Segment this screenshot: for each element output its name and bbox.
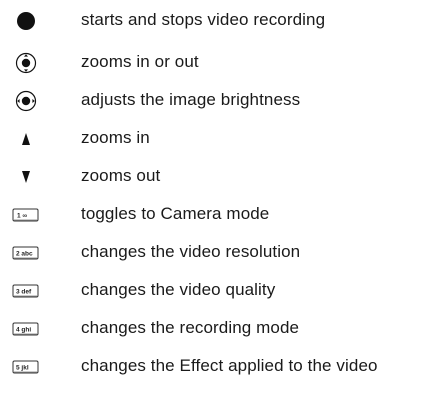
- legend-text: starts and stops video recording: [81, 10, 326, 29]
- legend-text: zooms in or out: [81, 52, 199, 71]
- legend-text: changes the Effect applied to the video: [81, 356, 378, 375]
- legend-row-zoom: zooms in or out: [0, 48, 422, 78]
- legend-text: adjusts the image brightness: [81, 90, 301, 109]
- key-4-icon: 4 ghi: [8, 314, 68, 344]
- legend-text: zooms out: [81, 166, 161, 185]
- legend-row-key-2: 2 abc changes the video resolution: [0, 238, 422, 268]
- legend-row-record: starts and stops video recording: [0, 6, 422, 36]
- legend-row-key-4: 4 ghi changes the recording mode: [0, 314, 422, 344]
- key-1-icon: 1 ∞: [8, 200, 68, 230]
- key-5-icon: 5 jkl: [8, 352, 68, 382]
- key-4-label: 4 ghi: [16, 327, 31, 334]
- legend-row-key-1: 1 ∞ toggles to Camera mode: [0, 200, 422, 230]
- legend-row-brightness: adjusts the image brightness: [0, 86, 422, 116]
- key-2-label: 2 abc: [16, 251, 33, 258]
- record-button-icon: [12, 6, 72, 36]
- key-1-label: 1 ∞: [17, 213, 27, 220]
- legend-text: zooms in: [81, 128, 150, 147]
- key-3-label: 3 def: [16, 289, 32, 296]
- legend-text: changes the recording mode: [81, 318, 300, 337]
- key-5-label: 5 jkl: [16, 365, 29, 372]
- down-arrow-icon: [12, 162, 72, 192]
- navigation-key-leftright-icon: [12, 86, 72, 116]
- key-3-icon: 3 def: [8, 276, 68, 306]
- legend-text: changes the video quality: [81, 280, 276, 299]
- key-2-icon: 2 abc: [8, 238, 68, 268]
- up-arrow-icon: [12, 124, 72, 154]
- legend-row-key-5: 5 jkl changes the Effect applied to the …: [0, 352, 422, 382]
- navigation-key-updown-icon: [12, 48, 72, 78]
- legend-row-key-3: 3 def changes the video quality: [0, 276, 422, 306]
- legend-text: changes the video resolution: [81, 242, 301, 261]
- legend-row-zoom-out: zooms out: [0, 162, 422, 192]
- legend-text: toggles to Camera mode: [81, 204, 270, 223]
- legend-row-zoom-in: zooms in: [0, 124, 422, 154]
